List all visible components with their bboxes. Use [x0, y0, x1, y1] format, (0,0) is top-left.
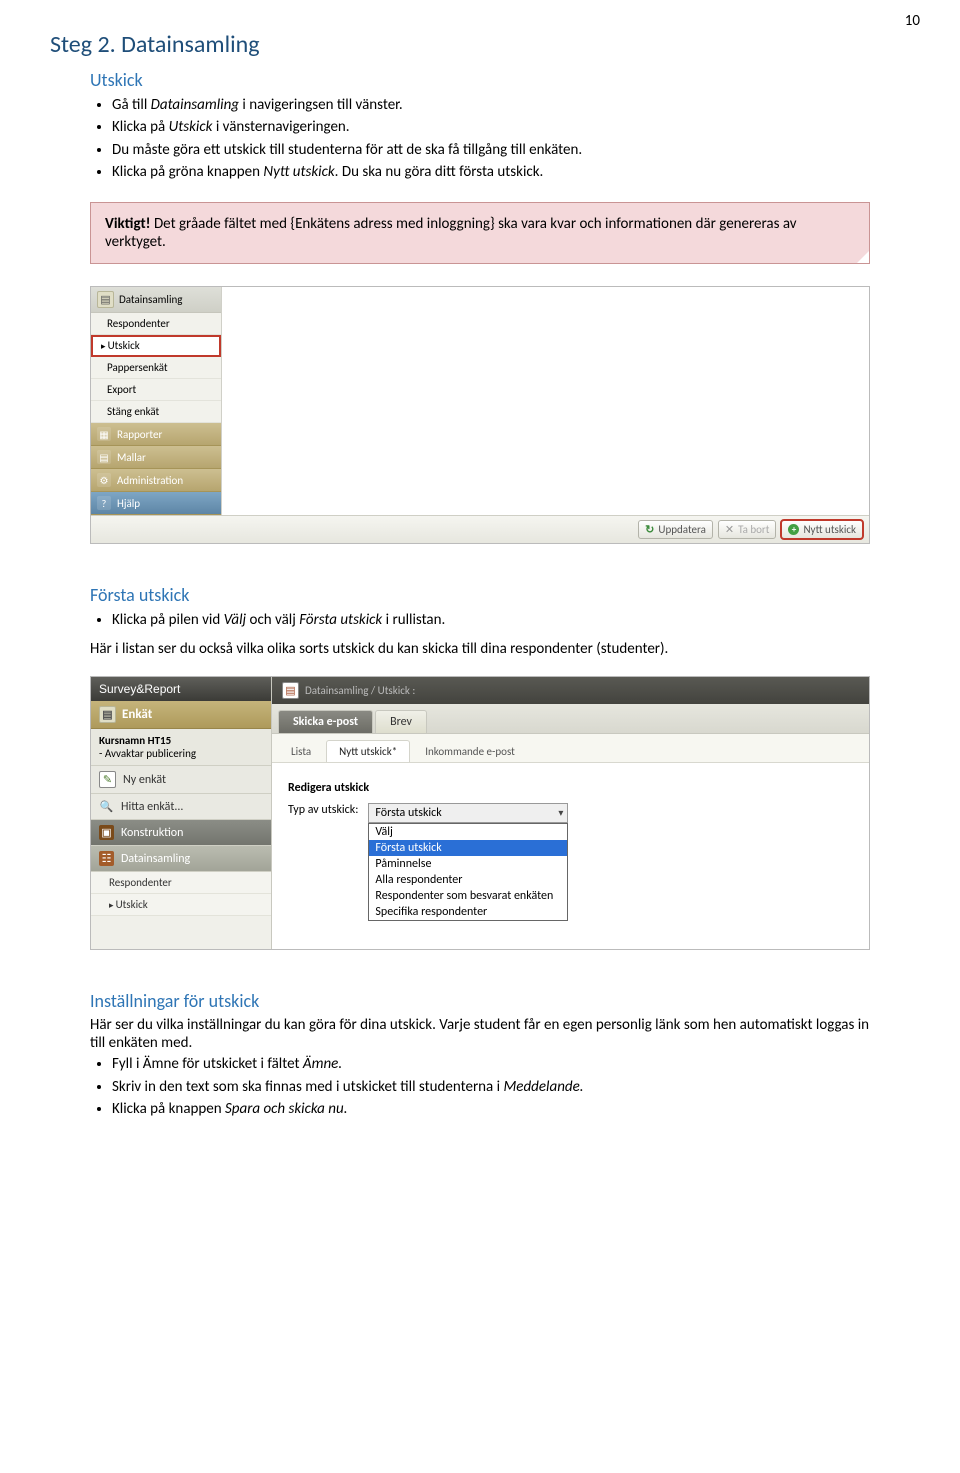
- nav-pappersenkat[interactable]: Pappersenkät: [91, 357, 221, 379]
- dd-forsta[interactable]: Första utskick: [369, 840, 567, 856]
- enkat-header[interactable]: ▤Enkät: [91, 701, 271, 729]
- new-doc-icon: ✎: [99, 771, 116, 788]
- forsta-paragraph: Här i listan ser du också vilka olika so…: [90, 640, 870, 658]
- bullets-installningar: Fyll i Ämne för utskicket i fältet Ämne.…: [90, 1054, 870, 1119]
- nav-head-datainsamling[interactable]: ▤ Datainsamling: [91, 287, 221, 313]
- remove-icon: ✕: [725, 523, 734, 536]
- bullets-forsta: Klicka på pilen vid Välj och välj Första…: [90, 610, 870, 630]
- tabort-button[interactable]: ✕Ta bort: [718, 520, 777, 539]
- typ-select[interactable]: Första utskick: [368, 803, 568, 823]
- page-title: Steg 2. Datainsamling: [50, 30, 870, 59]
- form-label: Typ av utskick:: [288, 803, 358, 817]
- breadcrumb-icon: ▤: [282, 682, 299, 699]
- nav-export[interactable]: Export: [91, 379, 221, 401]
- form-title: Redigera utskick: [288, 781, 853, 795]
- screenshot-datainsamling-nav: ▤ Datainsamling Respondenter Utskick Pap…: [90, 286, 870, 544]
- important-callout: Viktigt! Det gråade fältet med {Enkätens…: [90, 202, 870, 264]
- uppdatera-button[interactable]: ↻Uppdatera: [638, 520, 713, 539]
- subtab-lista[interactable]: Lista: [278, 740, 324, 762]
- subtab-nytt[interactable]: Nytt utskick*: [326, 740, 410, 762]
- help-icon: ?: [97, 496, 111, 510]
- clipboard-icon: ▤: [97, 291, 114, 308]
- clipboard-icon: ▤: [99, 706, 116, 723]
- dd-valj[interactable]: Välj: [369, 824, 567, 840]
- breadcrumb: ▤ Datainsamling / Utskick :: [272, 677, 869, 704]
- tab-skicka-epost[interactable]: Skicka e-post: [278, 710, 373, 733]
- cube-icon: ▣: [99, 825, 114, 840]
- nav-respondenter[interactable]: Respondenter: [91, 313, 221, 335]
- konstruktion[interactable]: ▣Konstruktion: [91, 820, 271, 846]
- search-icon: 🔍: [99, 799, 114, 814]
- datainsamling[interactable]: ☷Datainsamling: [91, 846, 271, 872]
- nav-utskick[interactable]: Utskick: [91, 335, 221, 357]
- typ-dropdown[interactable]: Välj Första utskick Påminnelse Alla resp…: [368, 823, 568, 921]
- ny-enkat[interactable]: ✎Ny enkät: [91, 766, 271, 794]
- nav-rapporter[interactable]: ▦Rapporter: [91, 423, 221, 446]
- sub-utskick[interactable]: Utskick: [91, 894, 271, 916]
- gear-icon: ⚙: [97, 473, 111, 487]
- nav-hjalp[interactable]: ?Hjälp: [91, 492, 221, 515]
- nav-admin[interactable]: ⚙Administration: [91, 469, 221, 492]
- people-icon: ☷: [99, 851, 114, 866]
- plus-icon: +: [788, 524, 799, 535]
- installningar-paragraph: Här ser du vilka inställningar du kan gö…: [90, 1016, 870, 1052]
- nav-mallar[interactable]: ▤Mallar: [91, 446, 221, 469]
- screenshot-survey-report: Survey&Report ▤Enkät Kursnamn HT15 - Avv…: [90, 676, 870, 950]
- bullets-utskick: Gå till Datainsamling i navigeringsen ti…: [90, 95, 870, 182]
- refresh-icon: ↻: [645, 523, 654, 536]
- dd-besvarat[interactable]: Respondenter som besvarat enkäten: [369, 888, 567, 904]
- nav-stang[interactable]: Stäng enkät: [91, 401, 221, 423]
- sub-respondenter[interactable]: Respondenter: [91, 872, 271, 894]
- callout-lead: Viktigt!: [105, 215, 151, 233]
- page-number: 10: [905, 12, 920, 30]
- dd-alla[interactable]: Alla respondenter: [369, 872, 567, 888]
- dd-specifika[interactable]: Specifika respondenter: [369, 904, 567, 920]
- section-installningar: Inställningar för utskick: [90, 990, 870, 1012]
- section-utskick: Utskick: [90, 69, 870, 91]
- brand-label: Survey&Report: [91, 677, 271, 701]
- report-icon: ▦: [97, 427, 111, 441]
- section-forsta-utskick: Första utskick: [90, 584, 870, 606]
- template-icon: ▤: [97, 450, 111, 464]
- tab-brev[interactable]: Brev: [375, 710, 427, 733]
- hitta-enkat[interactable]: 🔍Hitta enkät...: [91, 794, 271, 820]
- dd-paminnelse[interactable]: Påminnelse: [369, 856, 567, 872]
- nytt-utskick-button[interactable]: +Nytt utskick: [781, 520, 863, 539]
- subtab-inkommande[interactable]: Inkommande e-post: [412, 740, 528, 762]
- kursnamn-block: Kursnamn HT15 - Avvaktar publicering: [91, 729, 271, 766]
